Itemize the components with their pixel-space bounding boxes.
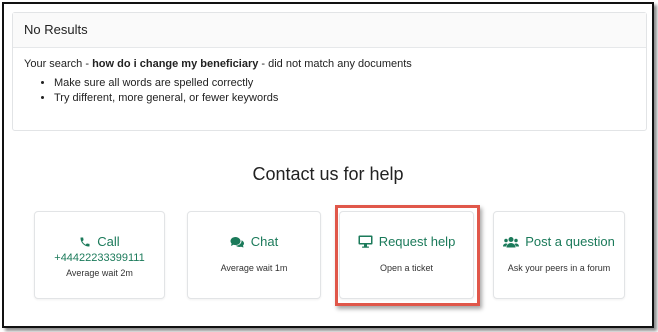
- tile-label: Call: [97, 234, 120, 249]
- tile-subtitle: Open a ticket: [379, 263, 434, 273]
- search-query: how do i change my beneficiary: [92, 58, 259, 70]
- contact-tile-chat[interactable]: Chat Average wait 1m: [187, 211, 321, 299]
- tile-subtitle: Ask your peers in a forum: [507, 263, 611, 273]
- search-tip: Make sure all words are spelled correctl…: [54, 76, 635, 91]
- screenshot-frame: No Results Your search - how do i change…: [2, 2, 654, 328]
- contact-tile-call[interactable]: Call +44422233399111 Average wait 2m: [34, 211, 165, 299]
- no-results-body: Your search - how do i change my benefic…: [13, 48, 646, 116]
- tile-title-chat: Chat: [188, 234, 320, 249]
- monitor-icon: [358, 235, 373, 248]
- contact-tile-request-help[interactable]: Request help Open a ticket: [339, 211, 474, 299]
- tile-subtitle: Average wait 2m: [66, 268, 133, 278]
- contact-tile-post-question[interactable]: Post a question Ask your peers in a foru…: [493, 211, 625, 299]
- chat-bubbles-icon: [230, 236, 245, 248]
- no-results-card: No Results Your search - how do i change…: [12, 12, 647, 131]
- search-message: Your search - how do i change my benefic…: [24, 58, 635, 70]
- search-tips-list: Make sure all words are spelled correctl…: [24, 76, 635, 106]
- tile-label: Chat: [250, 234, 279, 249]
- users-icon: [503, 236, 520, 248]
- contact-title: Contact us for help: [252, 164, 404, 184]
- tile-title-request-help: Request help: [340, 234, 473, 249]
- search-prefix: Your search -: [24, 58, 93, 70]
- search-suffix: - did not match any documents: [258, 58, 412, 70]
- phone-icon: [79, 236, 91, 248]
- tile-title-post-question: Post a question: [494, 234, 624, 249]
- search-tip: Try different, more general, or fewer ke…: [54, 91, 635, 106]
- phone-number-link[interactable]: +44422233399111: [35, 252, 164, 264]
- tile-title-call: Call: [35, 234, 164, 249]
- tile-label: Post a question: [525, 234, 615, 249]
- tile-subtitle: Average wait 1m: [220, 263, 288, 273]
- tile-label: Request help: [378, 234, 456, 249]
- no-results-header: No Results: [13, 13, 646, 48]
